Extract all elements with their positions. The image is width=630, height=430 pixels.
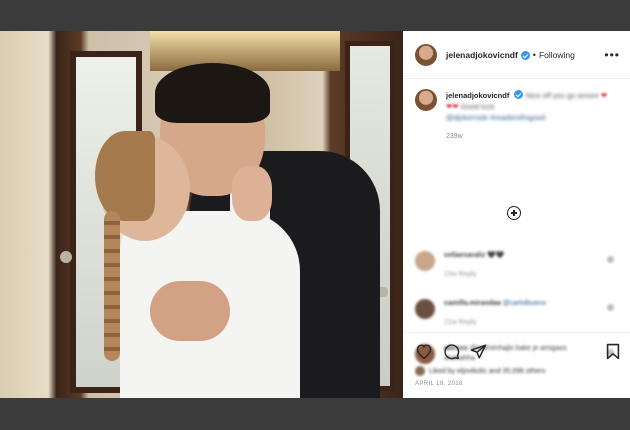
bookmark-icon[interactable] <box>606 343 620 360</box>
post-actions: Liked by eljovikolic and 35,096 others A… <box>403 332 630 387</box>
likes-summary[interactable]: Liked by eljovikolic and 35,096 others <box>415 366 620 376</box>
comment-body: camilla.mirandaa @carlolbueno 21w Reply <box>444 299 594 328</box>
comment-text[interactable]: @carlolbueno <box>503 300 546 307</box>
comment-icon[interactable] <box>443 343 460 360</box>
verified-icon <box>520 51 530 60</box>
separator-dot: • <box>532 49 536 60</box>
avatar[interactable] <box>415 251 435 271</box>
caption-rest: Good luck <box>460 102 495 111</box>
list-item: camilla.mirandaa @carlolbueno 21w Reply <box>415 299 620 328</box>
post-photo[interactable] <box>0 31 403 398</box>
caption-tags[interactable]: @djokernole #readerofmgood <box>446 113 545 122</box>
avatar <box>415 366 425 376</box>
comments-section[interactable]: jelenadjokovicndf Nice off you go amore … <box>403 79 630 364</box>
heart-outline-icon[interactable] <box>607 304 614 311</box>
comment-meta[interactable]: 21w Reply <box>444 318 594 328</box>
comment-username[interactable]: camilla.mirandaa <box>444 300 501 307</box>
likes-text[interactable]: Liked by eljovikolic and 35,096 others <box>429 368 545 375</box>
caption-username[interactable]: jelenadjokovicndf <box>446 91 509 100</box>
list-item: celiaesaraliz 🖤🖤 23w Reply <box>415 251 620 280</box>
post-modal: jelenadjokovicndf • Following ••• jelena… <box>0 31 630 398</box>
caption-time: 239w <box>446 133 463 140</box>
photo-man-hair <box>155 63 270 123</box>
heart-outline-icon[interactable] <box>607 256 614 263</box>
photo-hand <box>232 166 272 221</box>
caption-avatar[interactable] <box>415 89 437 111</box>
caption-text: jelenadjokovicndf Nice off you go amore … <box>446 89 611 123</box>
photo-knob-left <box>60 251 72 263</box>
photo-braid <box>104 211 120 361</box>
avatar[interactable] <box>415 299 435 319</box>
username-link[interactable]: jelenadjokovicndf <box>446 50 518 60</box>
heart-outline-icon[interactable] <box>415 343 433 359</box>
post-date: APRIL 18, 2018 <box>415 381 463 387</box>
comment-text: 🖤🖤 <box>487 252 505 259</box>
more-icon[interactable]: ••• <box>604 48 620 62</box>
comment-meta[interactable]: 23w Reply <box>444 270 594 280</box>
verified-icon <box>514 90 524 99</box>
caption-body: Nice off you go amore <box>525 91 599 100</box>
photo-woman-hair <box>95 131 155 221</box>
action-icons <box>415 341 620 361</box>
post-sidebar: jelenadjokovicndf • Following ••• jelena… <box>403 31 630 398</box>
caption: jelenadjokovicndf Nice off you go amore … <box>415 89 618 123</box>
comment-username[interactable]: celiaesaraliz <box>444 252 485 259</box>
photo-ceiling <box>150 31 340 71</box>
plus-circle-icon[interactable] <box>507 206 521 220</box>
avatar[interactable] <box>415 43 437 66</box>
post-header: jelenadjokovicndf • Following ••• <box>403 31 630 79</box>
share-icon[interactable] <box>470 343 487 360</box>
following-button[interactable]: Following <box>539 50 575 60</box>
comment-body: celiaesaraliz 🖤🖤 23w Reply <box>444 251 594 280</box>
photo-arm <box>150 281 230 341</box>
